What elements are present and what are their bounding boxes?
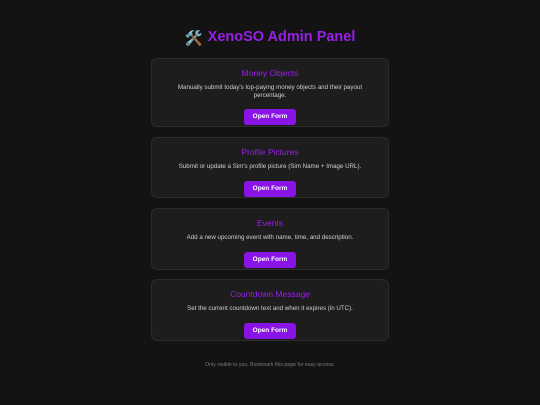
card-title: Countdown Message [230,289,310,299]
open-form-button-events[interactable]: Open Form [243,252,297,268]
open-form-button-money-objects[interactable]: Open Form [243,109,297,125]
card-money-objects: Money Objects Manually submit today's to… [151,58,389,127]
card-title: Profile Pictures [241,147,299,157]
card-description: Manually submit today's top-paying money… [177,84,363,99]
hammer-and-wrench-icon: 🛠️ [184,31,203,47]
card-profile-pictures: Profile Pictures Submit or update a Sim'… [151,137,389,198]
admin-page: 🛠️ XenoSO Admin Panel Money Objects Manua… [0,0,540,405]
card-description: Submit or update a Sim's profile picture… [178,163,362,170]
open-form-button-profile-pictures[interactable]: Open Form [243,181,297,197]
page-title: 🛠️ XenoSO Admin Panel [0,27,540,49]
card-description: Set the current countdown text and when … [187,305,353,312]
card-title: Money Objects [241,68,299,78]
open-form-button-countdown-message[interactable]: Open Form [243,323,297,339]
footer-note: Only visible to you. Bookmark this page … [205,362,335,368]
card-countdown-message: Countdown Message Set the current countd… [151,279,389,341]
page-title-text: XenoSO Admin Panel [207,29,356,45]
card-description: Add a new upcoming event with name, time… [186,234,354,241]
card-title: Events [257,218,283,228]
card-events: Events Add a new upcoming event with nam… [151,208,389,270]
